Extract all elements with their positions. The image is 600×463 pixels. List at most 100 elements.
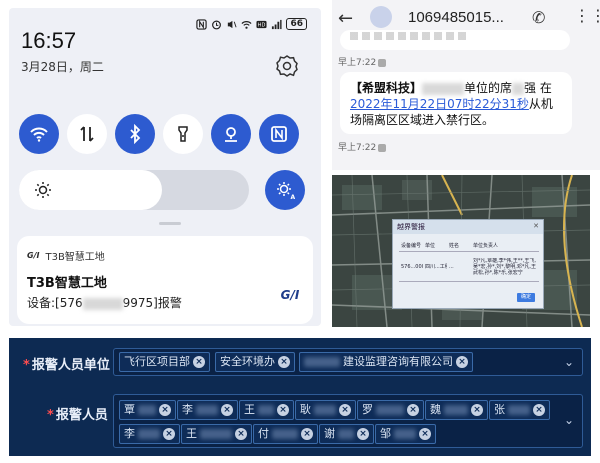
sender-number: 1069485015... bbox=[408, 9, 504, 26]
mute-icon bbox=[228, 20, 237, 28]
unit-tag: 飞行区项目部 × bbox=[119, 352, 210, 372]
location-tile[interactable] bbox=[211, 114, 251, 154]
table-row: 576...0001523 四川...工程有限公司 ... 刘*凡,覃雄,李*伟… bbox=[399, 252, 539, 282]
redacted-block bbox=[258, 405, 274, 415]
redacted-block bbox=[512, 82, 525, 95]
avatar[interactable] bbox=[370, 6, 392, 28]
boundary-alert-dialog: 越界警报 ✕ 设备编号 单位 姓名 单位负责人 576...0001523 四川… bbox=[392, 219, 544, 309]
redacted-block bbox=[338, 429, 354, 439]
required-marker: * bbox=[47, 408, 54, 423]
alarm-form: * 报警人员单位 ⌄ 飞行区项目部 × 安全环境办 × 建设监理咨询有限公司 × * 报警… bbox=[9, 338, 591, 456]
tag-remove-icon[interactable]: × bbox=[235, 428, 247, 440]
table-header: 设备编号 bbox=[401, 243, 422, 249]
quick-tiles bbox=[19, 114, 299, 154]
tag-remove-icon[interactable]: × bbox=[193, 356, 205, 368]
notification-card[interactable]: G/I T3B智慧工地 T3B智慧工地 设备:[576 9975]报警 G/I bbox=[17, 236, 313, 324]
tag-remove-icon[interactable]: × bbox=[419, 428, 431, 440]
settings-gear-icon[interactable] bbox=[275, 54, 299, 78]
app-logo: G/I bbox=[280, 288, 300, 302]
redacted-block bbox=[304, 357, 340, 367]
sms-conversation: ← 1069485015... ✆ ⋮⋮ 早上7:22 【希盟科技】 单位的席强 … bbox=[332, 0, 600, 170]
satellite-map[interactable]: 越界警报 ✕ 设备编号 单位 姓名 单位负责人 576...0001523 四川… bbox=[332, 175, 590, 327]
wifi-tile[interactable] bbox=[19, 114, 59, 154]
brightness-slider[interactable] bbox=[19, 170, 249, 210]
table-cell: ... bbox=[449, 263, 454, 270]
tag-label: 李 bbox=[124, 427, 135, 440]
tag-remove-icon[interactable]: × bbox=[339, 404, 351, 416]
chevron-down-icon[interactable]: ⌄ bbox=[564, 355, 574, 369]
sim-icon bbox=[378, 143, 387, 152]
notification-app-row: G/I T3B智慧工地 bbox=[27, 248, 105, 263]
tag-remove-icon[interactable]: × bbox=[471, 404, 483, 416]
message-name: 强 bbox=[524, 81, 537, 95]
bluetooth-tile[interactable] bbox=[115, 114, 155, 154]
alert-table: 设备编号 单位 姓名 单位负责人 576...0001523 四川...工程有限… bbox=[399, 240, 539, 290]
table-cell: 刘*凡,覃雄,李*伟,王**,王飞,吴*宏,孙*,刘*,黎明,邓*凡,王武松,孙… bbox=[473, 257, 536, 276]
tag-label: 付 bbox=[258, 427, 269, 440]
redacted-block bbox=[444, 405, 468, 415]
redacted-block bbox=[422, 82, 465, 95]
tag-label: 邹 bbox=[380, 427, 391, 440]
tag-label: 飞行区项目部 bbox=[124, 355, 190, 368]
tag-remove-icon[interactable]: × bbox=[456, 356, 468, 368]
tag-remove-icon[interactable]: × bbox=[163, 428, 175, 440]
nfc-tile[interactable] bbox=[259, 114, 299, 154]
tag-remove-icon[interactable]: × bbox=[278, 356, 290, 368]
svg-text:A: A bbox=[291, 194, 296, 200]
phone-call-icon[interactable]: ✆ bbox=[532, 8, 545, 27]
more-options-icon[interactable]: ⋮⋮ bbox=[574, 6, 600, 25]
table-header: 单位负责人 bbox=[473, 243, 499, 249]
back-arrow-icon[interactable]: ← bbox=[338, 8, 353, 29]
tag-remove-icon[interactable]: × bbox=[533, 404, 545, 416]
tag-label: 覃 bbox=[124, 403, 135, 416]
previous-message-bubble bbox=[340, 30, 570, 50]
message-text: 单位的席 bbox=[464, 81, 513, 95]
table-header-row: 设备编号 单位 姓名 单位负责人 bbox=[399, 240, 539, 252]
tag-label: 王 bbox=[186, 427, 197, 440]
notification-body: 设备:[576 9975]报警 bbox=[27, 294, 182, 311]
phone-quick-panel: HD 66 16:57 3月28日，周二 A G/I T3B智慧工地 T3B智慧… bbox=[9, 8, 321, 326]
person-tag: 王 × bbox=[239, 400, 294, 420]
message-brand: 【希盟科技】 bbox=[350, 81, 423, 95]
confirm-button[interactable]: 确定 bbox=[517, 293, 535, 302]
wifi-icon bbox=[30, 127, 48, 142]
notification-body-suffix: 9975]报警 bbox=[122, 296, 182, 310]
person-tag: 魏 × bbox=[425, 400, 488, 420]
tag-remove-icon[interactable]: × bbox=[357, 428, 369, 440]
tag-label: 罗 bbox=[362, 403, 373, 416]
notification-body-prefix: 设备:[576 bbox=[27, 296, 83, 310]
redacted-block bbox=[314, 405, 336, 415]
person-tag: 李 × bbox=[177, 400, 238, 420]
svg-text:HD: HD bbox=[258, 22, 266, 28]
tag-remove-icon[interactable]: × bbox=[407, 404, 419, 416]
person-tag: 覃 × bbox=[119, 400, 176, 420]
tag-remove-icon[interactable]: × bbox=[159, 404, 171, 416]
status-bar: HD 66 bbox=[196, 18, 307, 30]
alert-message-bubble: 【希盟科技】 单位的席强 在 2022年11月22日07时22分31秒从机场隔离区… bbox=[340, 72, 572, 134]
message-text: 在 bbox=[536, 81, 552, 95]
sim-icon bbox=[378, 58, 387, 67]
nfc-icon bbox=[271, 126, 287, 142]
message-time: 早上7:22 bbox=[338, 140, 387, 153]
close-icon[interactable]: ✕ bbox=[533, 222, 539, 230]
tag-label: 张 bbox=[494, 403, 505, 416]
unit-tag: 建设监理咨询有限公司 × bbox=[299, 352, 473, 372]
redacted-block bbox=[138, 429, 160, 439]
tag-remove-icon[interactable]: × bbox=[221, 404, 233, 416]
auto-brightness-icon: A bbox=[277, 182, 296, 200]
flashlight-tile[interactable] bbox=[163, 114, 203, 154]
tag-remove-icon[interactable]: × bbox=[277, 404, 289, 416]
tag-label: 魏 bbox=[430, 403, 441, 416]
auto-brightness-tile[interactable]: A bbox=[265, 170, 305, 210]
chevron-down-icon[interactable]: ⌄ bbox=[564, 413, 574, 427]
tag-remove-icon[interactable]: × bbox=[301, 428, 313, 440]
mobile-data-tile[interactable] bbox=[67, 114, 107, 154]
table-header: 单位 bbox=[425, 243, 436, 249]
required-marker: * bbox=[23, 358, 30, 373]
tag-label: 李 bbox=[182, 403, 193, 416]
datetime-link[interactable]: 2022年11月22日07时22分31秒 bbox=[350, 97, 529, 111]
drag-handle[interactable] bbox=[159, 222, 181, 225]
signal-icon bbox=[272, 19, 283, 29]
person-tag: 罗 × bbox=[357, 400, 424, 420]
person-field-label: * 报警人员 bbox=[47, 404, 108, 423]
